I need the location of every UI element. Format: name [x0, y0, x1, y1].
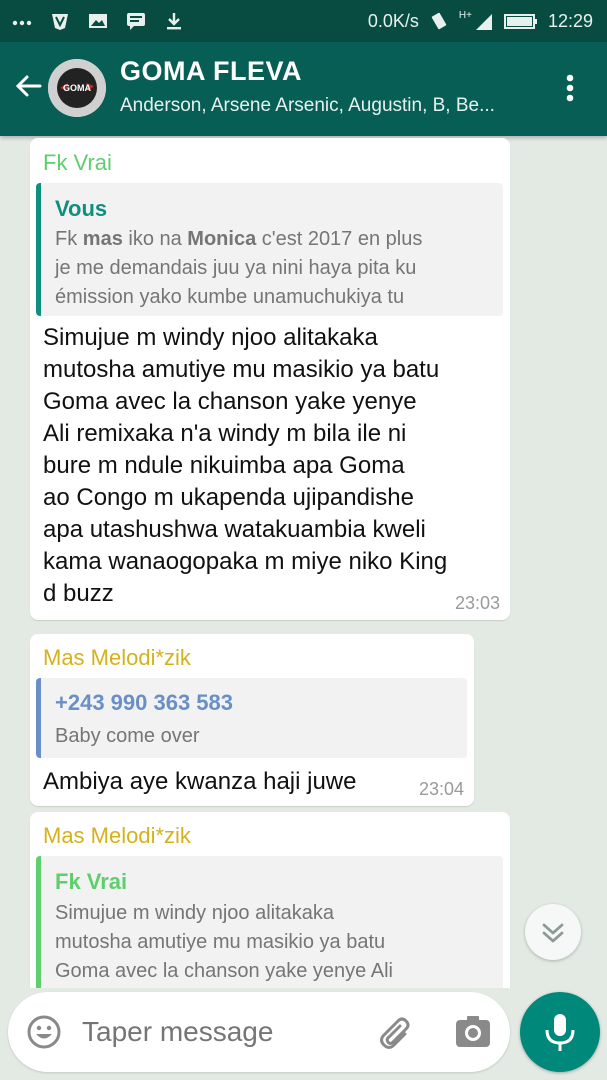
group-members[interactable]: Anderson, Arsene Arsenic, Augustin, B, B… [120, 95, 495, 117]
message-text: Simujue m windy njoo alitakaka mutosha a… [43, 324, 448, 607]
quote-text: Simujue m windy njoo alitakaka mutosha a… [55, 902, 393, 982]
quote-sender: Fk Vrai [55, 869, 128, 894]
avatar-logo: GOMA [48, 59, 106, 117]
vibrate-icon [431, 12, 447, 30]
quote-bar [36, 678, 41, 758]
shield-icon [52, 14, 68, 30]
quote-text: Baby come over [55, 725, 200, 747]
quoted-message[interactable]: +243 990 363 583 Baby come over [36, 678, 467, 758]
chat-header: GOMA GOMA FLEVA Anderson, Arsene Arsenic… [0, 42, 607, 136]
quote-line: je me demandais juu ya nini haya pita ku [55, 257, 417, 279]
group-avatar[interactable]: GOMA [48, 59, 106, 117]
camera-icon[interactable] [453, 1012, 493, 1052]
scroll-to-bottom-button[interactable] [525, 904, 581, 960]
message-input[interactable] [82, 1014, 362, 1050]
dots-icon [12, 20, 32, 26]
message-composer [8, 992, 510, 1072]
chevron-double-down-icon [542, 923, 564, 943]
message-bubble[interactable]: Fk Vrai Vous Fk mas iko na Monica c'est … [30, 138, 510, 620]
image-icon [89, 14, 107, 28]
clock: 12:29 [547, 10, 593, 31]
status-bar: 0.0K/s H+ 12:29 [0, 0, 607, 42]
quoted-message[interactable]: Vous Fk mas iko na Monica c'est 2017 en … [36, 183, 503, 316]
quote-bar [36, 856, 41, 988]
network-type: H+ [458, 9, 472, 21]
message-sender[interactable]: Mas Melodi*zik [43, 823, 191, 849]
message-bubble[interactable]: Mas Melodi*zik Fk Vrai Simujue m windy n… [30, 812, 510, 988]
message-time: 23:04 [418, 779, 464, 799]
download-icon [167, 13, 181, 30]
quote-sender: +243 990 363 583 [55, 690, 234, 715]
more-vert-icon[interactable] [560, 70, 580, 106]
chat-area[interactable]: Fk Vrai Vous Fk mas iko na Monica c'est … [0, 136, 607, 988]
net-speed: 0.0K/s [367, 10, 419, 31]
message-icon [127, 13, 145, 30]
quote-line: émission yako kumbe unamuchukiya tu [55, 286, 405, 308]
quote-text: Fk mas iko na Monica c'est 2017 en plus … [55, 225, 422, 312]
mic-button[interactable] [520, 992, 600, 1072]
mic-icon [545, 1014, 575, 1051]
status-right-icons: 0.0K/s H+ 12:29 [368, 8, 593, 34]
quote-line: Fk mas iko na Monica c'est 2017 en plus [55, 228, 423, 250]
signal-icon [475, 14, 492, 30]
message-bubble[interactable]: Mas Melodi*zik +243 990 363 583 Baby com… [30, 634, 474, 806]
message-text: Ambiya aye kwanza haji juwe [43, 768, 357, 795]
message-sender[interactable]: Mas Melodi*zik [43, 645, 191, 671]
avatar-text: GOMA [63, 83, 91, 93]
battery-icon [503, 14, 537, 29]
attach-icon[interactable] [378, 1014, 416, 1052]
status-left-icons [12, 8, 184, 34]
quote-bar [36, 183, 41, 316]
quote-sender: Vous [55, 196, 108, 221]
group-title[interactable]: GOMA FLEVA [120, 56, 302, 87]
message-time: 23:03 [454, 593, 500, 613]
emoji-icon[interactable] [26, 1014, 62, 1050]
message-sender[interactable]: Fk Vrai [43, 150, 112, 176]
quoted-message[interactable]: Fk Vrai Simujue m windy njoo alitakaka m… [36, 856, 503, 988]
back-arrow-icon[interactable] [12, 70, 44, 102]
